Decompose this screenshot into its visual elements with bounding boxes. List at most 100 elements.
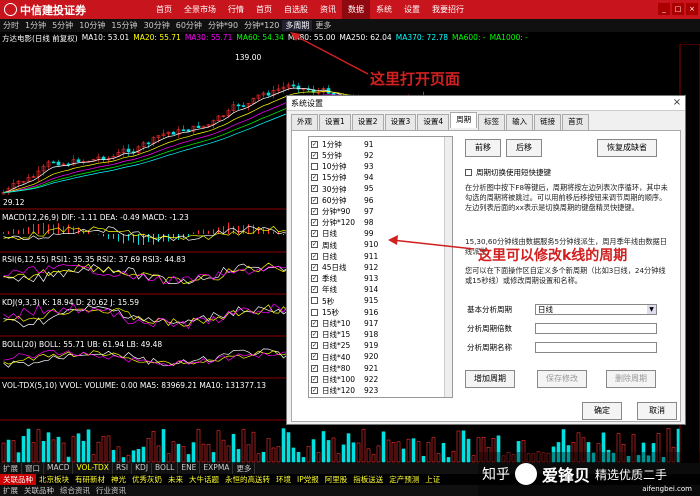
ticker-item[interactable]: 有研新材 — [72, 474, 108, 485]
period-list-item[interactable]: ✓ 60分钟 96 — [311, 195, 374, 205]
period-list-item[interactable]: ✓ 分钟*120 98 — [311, 217, 374, 227]
period-button[interactable]: 5分钟 — [49, 20, 76, 31]
tab-5[interactable]: 周期 — [450, 112, 478, 128]
tab-9[interactable]: 首页 — [562, 114, 590, 130]
move-down-button[interactable]: 后移 — [506, 139, 542, 157]
period-list-item[interactable]: ✓ 日线*15 918 — [311, 329, 378, 339]
status-item[interactable]: 行业资讯 — [93, 485, 129, 496]
period-checkbox[interactable]: ✓ — [311, 196, 318, 204]
menu-item[interactable]: 系统 — [370, 0, 398, 19]
indicator-tab[interactable]: MACD — [44, 463, 74, 474]
ticker-item[interactable]: IP党报 — [294, 474, 322, 485]
period-button[interactable]: 30分钟 — [141, 20, 173, 31]
period-list-item[interactable]: ✓ 日线 99 — [311, 229, 374, 239]
period-checkbox[interactable]: ✓ — [311, 185, 318, 193]
chevron-down-icon[interactable]: ▼ — [647, 305, 656, 314]
period-list-item[interactable]: 15秒 916 — [311, 307, 378, 317]
period-list-item[interactable]: ✓ 30分钟 95 — [311, 184, 374, 194]
period-checkbox[interactable]: ✓ — [311, 286, 318, 294]
period-button[interactable]: 分时 — [0, 20, 22, 31]
indicator-tab[interactable]: 窗口 — [22, 463, 44, 474]
period-list-item[interactable]: ✓ 日线*10 917 — [311, 318, 378, 328]
indicator-tab[interactable]: VOL-TDX — [73, 463, 113, 474]
period-list-item[interactable]: ✓ 年线 914 — [311, 285, 378, 295]
period-button[interactable]: 1分钟 — [22, 20, 49, 31]
checkbox-box[interactable] — [465, 169, 472, 176]
ticker-item[interactable]: 优秀灰奶 — [129, 474, 165, 485]
indicator-tab[interactable]: RSI — [113, 463, 133, 474]
ticker-item[interactable]: 永恒的高送转 — [222, 474, 273, 485]
ticker-item[interactable]: 关联品种 — [0, 474, 36, 485]
menu-item[interactable]: 自选股 — [278, 0, 314, 19]
indicator-tab[interactable]: BOLL — [152, 463, 179, 474]
period-list-item[interactable]: 10分钟 93 — [311, 161, 374, 171]
cancel-button[interactable]: 取消 — [637, 402, 677, 420]
period-name-input[interactable] — [535, 342, 657, 353]
tab-3[interactable]: 设置3 — [384, 114, 417, 130]
ticker-item[interactable]: 上证 — [422, 474, 443, 485]
period-list-item[interactable]: ✓ 日线*120 923 — [311, 385, 378, 395]
tab-8[interactable]: 链接 — [534, 114, 562, 130]
tab-1[interactable]: 设置1 — [319, 114, 351, 130]
period-list-item[interactable]: ✓ 日线*100 922 — [311, 374, 378, 384]
short-hotkey-checkbox[interactable]: 周期切换使用短快捷键 — [465, 167, 551, 178]
period-list-item[interactable]: ✓ 季线 913 — [311, 273, 378, 283]
period-list-scrollbar[interactable] — [444, 137, 452, 397]
delete-period-button[interactable]: 删除周期 — [606, 370, 656, 388]
indicator-tab[interactable]: ENE — [178, 463, 201, 474]
period-list-item[interactable]: ✓ 日线*80 921 — [311, 363, 378, 373]
period-checkbox[interactable] — [311, 297, 318, 305]
period-list-item[interactable]: ✓ 45日线 912 — [311, 262, 378, 272]
period-multiple-input[interactable] — [535, 323, 657, 334]
menu-item[interactable]: 资讯 — [314, 0, 342, 19]
period-list-item[interactable]: ✓ 日线 911 — [311, 251, 378, 261]
ticker-item[interactable]: 神光 — [108, 474, 129, 485]
add-period-button[interactable]: 增加周期 — [465, 370, 515, 388]
period-checkbox[interactable]: ✓ — [311, 275, 318, 283]
period-checkbox[interactable] — [311, 163, 318, 171]
period-list-item[interactable]: ✓ 分钟*90 97 — [311, 206, 374, 216]
menu-item[interactable]: 行情 — [222, 0, 250, 19]
ok-button[interactable]: 确定 — [582, 402, 622, 420]
period-list-item[interactable]: 5秒 915 — [311, 296, 378, 306]
period-button[interactable]: 多周期 — [282, 20, 313, 31]
move-up-button[interactable]: 前移 — [465, 139, 501, 157]
menu-item[interactable]: 首页 — [150, 0, 178, 19]
dialog-close-icon[interactable]: × — [671, 97, 683, 109]
period-checkbox[interactable]: ✓ — [311, 331, 318, 339]
ticker-item[interactable]: 大牛话题 — [186, 474, 222, 485]
period-checkbox[interactable]: ✓ — [311, 252, 318, 260]
menu-item[interactable]: 首页 — [250, 0, 278, 19]
indicator-tab[interactable]: 更多 — [233, 463, 256, 474]
period-checkbox[interactable]: ✓ — [311, 387, 318, 395]
period-checkbox[interactable]: ✓ — [311, 375, 318, 383]
period-checkbox[interactable]: ✓ — [311, 241, 318, 249]
close-icon[interactable]: × — [686, 3, 698, 15]
period-button[interactable]: 60分钟 — [173, 20, 205, 31]
period-checkbox[interactable]: ✓ — [311, 319, 318, 327]
tab-4[interactable]: 设置4 — [417, 114, 450, 130]
status-item[interactable]: 综合资讯 — [57, 485, 93, 496]
period-list-item[interactable]: ✓ 15分钟 94 — [311, 173, 374, 183]
period-checkbox[interactable]: ✓ — [311, 219, 318, 227]
restore-default-button[interactable]: 恢复成缺省 — [597, 139, 657, 157]
period-list[interactable]: ✓ 1分钟 91 ✓ 5分钟 92 10分钟 93 ✓ 15分钟 94 ✓ 30分钟 95 ✓ 60分钟 96 ✓… — [308, 136, 453, 398]
period-list-item[interactable]: ✓ 5分钟 92 — [311, 150, 374, 160]
tab-7[interactable]: 输入 — [506, 114, 534, 130]
menu-item[interactable]: 全景市场 — [178, 0, 222, 19]
period-button[interactable]: 15分钟 — [108, 20, 140, 31]
minimize-icon[interactable]: _ — [658, 3, 670, 15]
period-checkbox[interactable]: ✓ — [311, 140, 318, 148]
period-list-item[interactable]: ✓ 1分钟 91 — [311, 139, 374, 149]
tab-0[interactable]: 外观 — [291, 114, 318, 130]
period-checkbox[interactable]: ✓ — [311, 174, 318, 182]
period-checkbox[interactable]: ✓ — [311, 263, 318, 271]
period-checkbox[interactable]: ✓ — [311, 230, 318, 238]
ticker-item[interactable]: 未来 — [165, 474, 186, 485]
status-item[interactable]: 关联品种 — [21, 485, 57, 496]
period-button[interactable]: 分钟*120 — [241, 20, 282, 31]
period-checkbox[interactable]: ✓ — [311, 151, 318, 159]
ticker-item[interactable]: 阿里股 — [322, 474, 351, 485]
maximize-icon[interactable]: □ — [672, 3, 684, 15]
indicator-tab[interactable]: KDJ — [132, 463, 153, 474]
